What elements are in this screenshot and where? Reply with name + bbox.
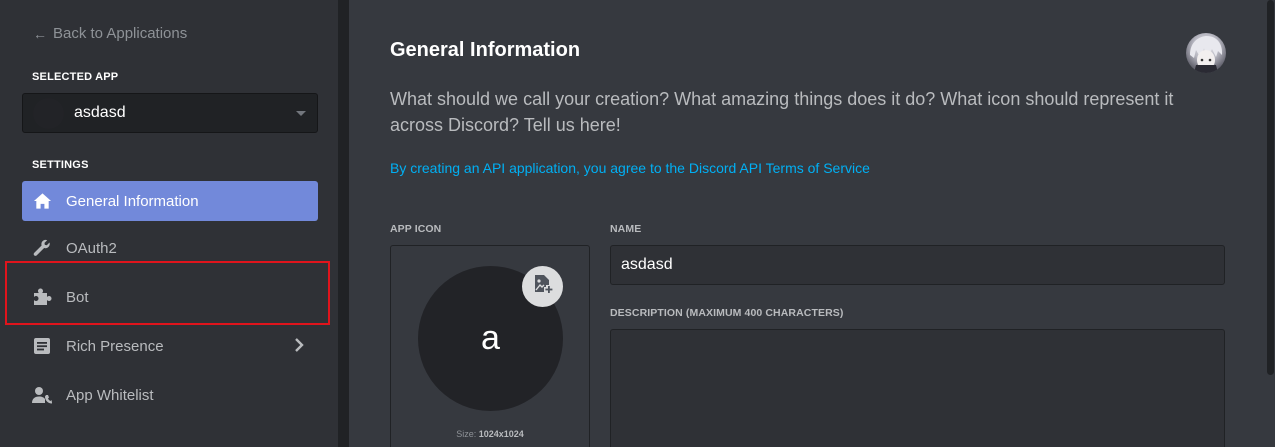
main-content: General Information What should we call …: [349, 0, 1275, 447]
description-textarea[interactable]: [610, 329, 1225, 447]
puzzle-piece-icon: [32, 287, 52, 307]
selected-app-dropdown[interactable]: asdasd: [22, 93, 318, 133]
terms-of-service-link[interactable]: By creating an API application, you agre…: [390, 160, 870, 176]
sidebar-item-label: General Information: [66, 192, 199, 210]
arrow-left-icon: ←: [33, 25, 47, 42]
settings-label: SETTINGS: [32, 159, 89, 171]
sidebar-item-label: Rich Presence: [66, 337, 164, 355]
app-icon-label: APP ICON: [390, 223, 442, 235]
selected-app-name: asdasd: [74, 104, 126, 121]
sidebar-item-oauth2[interactable]: OAuth2: [22, 228, 318, 268]
description-label: DESCRIPTION (MAXIMUM 400 CHARACTERS): [610, 307, 844, 319]
sidebar-item-label: Bot: [66, 288, 89, 306]
caret-down-icon: [296, 111, 306, 116]
sidebar-item-rich-presence[interactable]: Rich Presence: [22, 326, 318, 366]
back-link-label: Back to Applications: [53, 25, 188, 42]
app-avatar: [33, 97, 64, 129]
sidebar-item-bot[interactable]: Bot: [22, 277, 318, 317]
app-icon-letter: a: [481, 319, 500, 357]
icon-size-prefix: Size:: [456, 429, 477, 439]
sidebar-item-general-information[interactable]: General Information: [22, 181, 318, 221]
icon-size-note: Size: 1024x1024: [391, 429, 589, 439]
wrench-icon: [32, 238, 52, 258]
sidebar-item-app-whitelist[interactable]: App Whitelist: [22, 375, 318, 415]
selected-app-label: SELECTED APP: [32, 71, 119, 83]
add-image-icon: [532, 273, 554, 300]
icon-size-value: 1024x1024: [478, 429, 524, 439]
chevron-right-icon: [294, 337, 304, 358]
scrollbar[interactable]: [1266, 0, 1275, 447]
user-avatar[interactable]: [1186, 33, 1226, 73]
app-icon-panel: a Size: 1024x1024: [390, 245, 590, 447]
sidebar-divider: [338, 0, 349, 447]
home-icon: [32, 191, 52, 211]
sidebar-item-label: App Whitelist: [66, 386, 154, 404]
back-to-applications-link[interactable]: ← Back to Applications: [33, 25, 187, 42]
page-description: What should we call your creation? What …: [390, 89, 1174, 135]
page-title: General Information: [390, 39, 581, 61]
document-icon: [32, 336, 52, 356]
name-input[interactable]: [610, 245, 1225, 285]
sidebar: ← Back to Applications SELECTED APP asda…: [0, 0, 338, 447]
sidebar-item-label: OAuth2: [66, 239, 117, 257]
scrollbar-thumb[interactable]: [1267, 0, 1274, 375]
user-phone-icon: [32, 385, 52, 405]
add-image-button[interactable]: [522, 266, 563, 307]
name-label: NAME: [610, 223, 642, 235]
